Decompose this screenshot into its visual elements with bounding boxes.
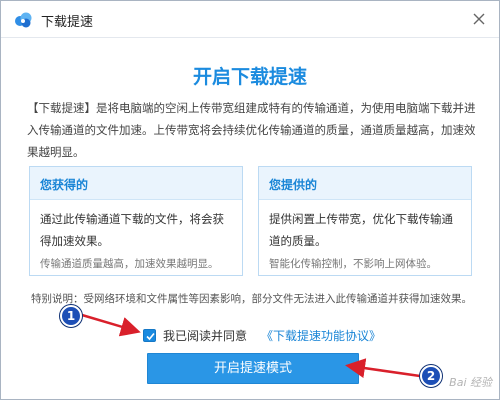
card-body-gain: 通过此传输通道下载的文件，将会获得加速效果。 [40,212,224,248]
special-note: 特别说明：受网络环境和文件属性等因素影响，部分文件无法进入此传输通道并获得加速效… [31,293,472,305]
annotation-badge-2: 2 [420,365,442,387]
watermark: Bai 经验 [449,376,492,389]
agreement-checkbox[interactable] [143,329,156,342]
check-icon [146,332,155,341]
enable-speedup-button[interactable]: 开启提速模式 [147,353,359,384]
benefit-card-gain: 您获得的 通过此传输通道下载的文件，将会获得加速效果。 传输通道质量越高，加速效… [29,166,243,276]
card-note-gain: 传输通道质量越高，加速效果越明显。 [40,258,219,270]
page-title: 开启下载提速 [192,66,307,88]
annotation-badge-1: 1 [60,305,82,327]
card-title-provide: 您提供的 [259,167,471,200]
agreement-link[interactable]: 《下载提速功能协议》 [261,327,381,344]
window-title: 下载提速 [41,15,94,30]
benefit-card-provide: 您提供的 提供闲置上传带宽，优化下载传输通道的质量。 智能化传输控制，不影响上网… [258,166,472,276]
description-text: 【下载提速】是将电脑端的空闲上传带宽组建成特有的传输通道，为使用电脑端下载并进入… [27,101,476,159]
card-body-provide: 提供闲置上传带宽，优化下载传输通道的质量。 [269,212,453,248]
agreement-label: 我已阅读并同意 [163,329,248,343]
card-title-gain: 您获得的 [30,167,242,200]
dialog-window: 下载提速 开启下载提速 【下载提速】是将电脑端的空闲上传带宽组建成特有的传输通道… [0,0,500,400]
close-icon[interactable] [469,9,489,29]
title-bar[interactable]: 下载提速 [1,1,499,38]
baidu-netdisk-cloud-icon [13,10,33,30]
card-note-provide: 智能化传输控制，不影响上网体验。 [269,258,437,270]
